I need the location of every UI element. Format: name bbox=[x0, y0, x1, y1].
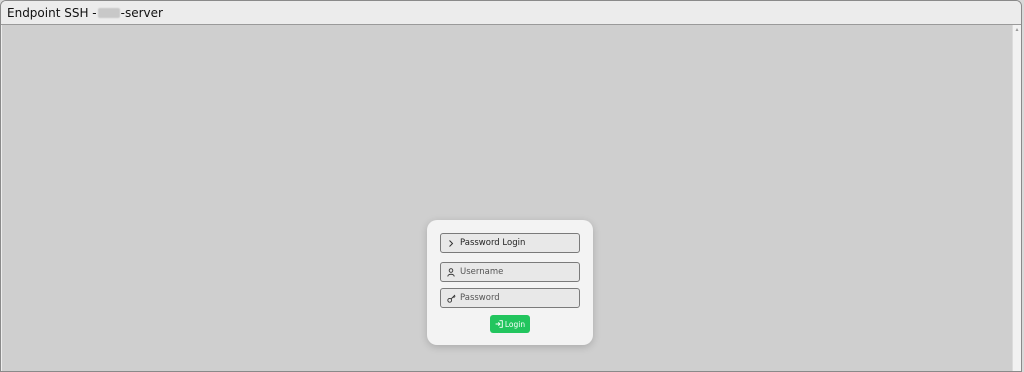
app-window: Endpoint SSH - -server Password Login Us… bbox=[0, 0, 1022, 372]
vertical-scrollbar[interactable]: ▴ bbox=[1012, 25, 1021, 371]
password-field[interactable]: Password bbox=[440, 288, 580, 308]
password-login-toggle[interactable]: Password Login bbox=[440, 233, 580, 253]
window-title-prefix: Endpoint SSH - bbox=[7, 5, 97, 20]
content-area: Password Login Username Password Login bbox=[2, 25, 1014, 371]
chevron-right-icon bbox=[445, 239, 457, 247]
scroll-up-icon[interactable]: ▴ bbox=[1014, 27, 1020, 33]
title-bar: Endpoint SSH - -server bbox=[1, 1, 1021, 25]
username-field[interactable]: Username bbox=[440, 262, 580, 282]
window-title-suffix: -server bbox=[120, 5, 163, 20]
username-placeholder: Username bbox=[460, 267, 504, 277]
password-placeholder: Password bbox=[460, 293, 500, 303]
login-icon bbox=[495, 320, 503, 328]
key-icon bbox=[445, 294, 457, 303]
password-login-label: Password Login bbox=[460, 238, 526, 248]
login-button[interactable]: Login bbox=[490, 315, 530, 333]
redacted-hostname bbox=[97, 7, 120, 18]
login-button-label: Login bbox=[504, 319, 526, 329]
login-card: Password Login Username Password Login bbox=[427, 220, 593, 345]
user-icon bbox=[445, 267, 457, 277]
